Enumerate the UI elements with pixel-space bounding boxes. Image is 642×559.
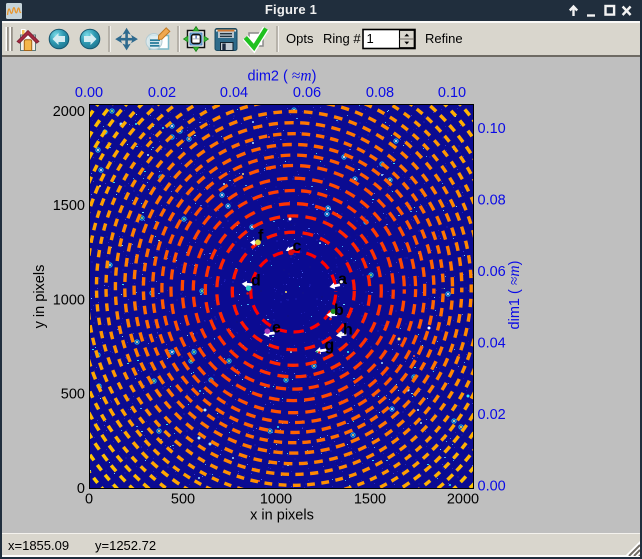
svg-text:Ring #: Ring # — [323, 31, 361, 46]
svg-text:500: 500 — [61, 387, 85, 403]
svg-text:0.10: 0.10 — [438, 85, 466, 101]
svg-text:500: 500 — [171, 491, 195, 507]
svg-text:1500: 1500 — [53, 198, 85, 214]
svg-text:x in pixels: x in pixels — [250, 508, 314, 524]
svg-text:0.08: 0.08 — [478, 193, 506, 209]
svg-text:e: e — [272, 320, 281, 337]
svg-text:0: 0 — [77, 481, 85, 497]
svg-text:c: c — [293, 238, 302, 255]
svg-text:2000: 2000 — [447, 491, 479, 507]
svg-text:1000: 1000 — [260, 491, 292, 507]
svg-text:2000: 2000 — [53, 104, 85, 120]
svg-text:0.02: 0.02 — [148, 85, 176, 101]
svg-text:0: 0 — [85, 491, 93, 507]
svg-text:h: h — [343, 322, 353, 339]
svg-text:y in pixels: y in pixels — [32, 265, 48, 329]
svg-text:Refine: Refine — [425, 31, 463, 46]
svg-text:0.04: 0.04 — [220, 85, 248, 101]
svg-text:0.02: 0.02 — [478, 407, 506, 423]
svg-text:Opts: Opts — [286, 31, 314, 46]
svg-text:dim1 ( ≈m): dim1 ( ≈m) — [506, 261, 523, 330]
svg-text:0.06: 0.06 — [478, 264, 506, 280]
svg-text:0.06: 0.06 — [293, 85, 321, 101]
svg-text:g: g — [325, 337, 335, 354]
svg-text:0.10: 0.10 — [478, 121, 506, 137]
svg-text:d: d — [251, 273, 261, 290]
svg-text:0.00: 0.00 — [75, 85, 103, 101]
svg-text:0.00: 0.00 — [478, 479, 506, 495]
svg-text:1: 1 — [367, 31, 374, 46]
svg-text:dim2 ( ≈m): dim2 ( ≈m) — [248, 68, 317, 85]
svg-text:f: f — [258, 228, 264, 245]
svg-text:1500: 1500 — [354, 491, 386, 507]
svg-text:1000: 1000 — [53, 292, 85, 308]
svg-text:a: a — [338, 271, 347, 288]
svg-text:0.04: 0.04 — [478, 336, 506, 352]
svg-text:b: b — [334, 302, 344, 319]
svg-text:0.08: 0.08 — [366, 85, 394, 101]
